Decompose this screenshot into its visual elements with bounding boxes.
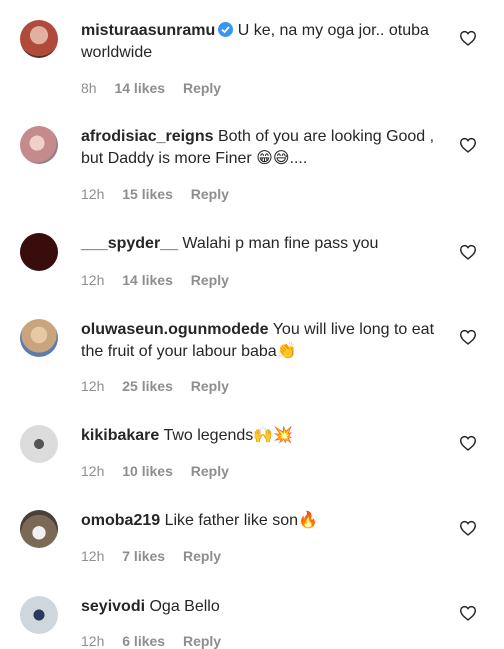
likes-count[interactable]: 15 likes (122, 186, 173, 202)
comment-time: 12h (81, 186, 105, 202)
comment-time: 12h (81, 463, 105, 479)
likes-count[interactable]: 14 likes (122, 272, 173, 288)
heart-icon[interactable] (459, 329, 477, 345)
reply-button[interactable]: Reply (191, 272, 229, 288)
avatar[interactable] (20, 126, 58, 164)
reply-button[interactable]: Reply (191, 378, 229, 394)
comment-username[interactable]: misturaasunramu (81, 22, 215, 39)
heart-icon[interactable] (459, 605, 477, 621)
likes-count[interactable]: 7 likes (122, 548, 165, 564)
reply-button[interactable]: Reply (183, 80, 221, 96)
reply-button[interactable]: Reply (183, 548, 221, 564)
reply-button[interactable]: Reply (183, 633, 221, 649)
comment-username[interactable]: omoba219 (81, 512, 160, 529)
heart-icon[interactable] (459, 30, 477, 46)
avatar[interactable] (20, 233, 58, 271)
comment-username[interactable]: oluwaseun.ogunmodede (81, 321, 269, 338)
reply-button[interactable]: Reply (191, 186, 229, 202)
heart-icon[interactable] (459, 520, 477, 536)
comment-time: 12h (81, 633, 105, 649)
comment-time: 12h (81, 378, 105, 394)
avatar[interactable] (20, 596, 58, 634)
likes-count[interactable]: 10 likes (122, 463, 173, 479)
heart-icon[interactable] (459, 244, 477, 260)
comment-username[interactable]: kikibakare (81, 427, 159, 444)
comment-text: Two legends🙌💥 (163, 427, 294, 444)
avatar[interactable] (20, 319, 58, 357)
likes-count[interactable]: 6 likes (122, 633, 165, 649)
comment-username[interactable]: seyivodi (81, 598, 145, 615)
comment-text: Oga Bello (149, 598, 220, 615)
likes-count[interactable]: 14 likes (114, 80, 165, 96)
comment-text: Walahi p man fine pass you (182, 235, 379, 252)
comment-username[interactable]: afrodisiac_reigns (81, 128, 214, 145)
heart-icon[interactable] (459, 137, 477, 153)
avatar[interactable] (20, 20, 58, 58)
comment-text: Like father like son🔥 (164, 512, 318, 529)
likes-count[interactable]: 25 likes (122, 378, 173, 394)
comment-time: 8h (81, 80, 97, 96)
comment-time: 12h (81, 272, 105, 288)
comment-username[interactable]: ___spyder__ (81, 235, 178, 252)
avatar[interactable] (20, 510, 58, 548)
reply-button[interactable]: Reply (191, 463, 229, 479)
comment-time: 12h (81, 548, 105, 564)
verified-badge-icon (218, 22, 234, 37)
heart-icon[interactable] (459, 435, 477, 451)
avatar[interactable] (20, 425, 58, 463)
